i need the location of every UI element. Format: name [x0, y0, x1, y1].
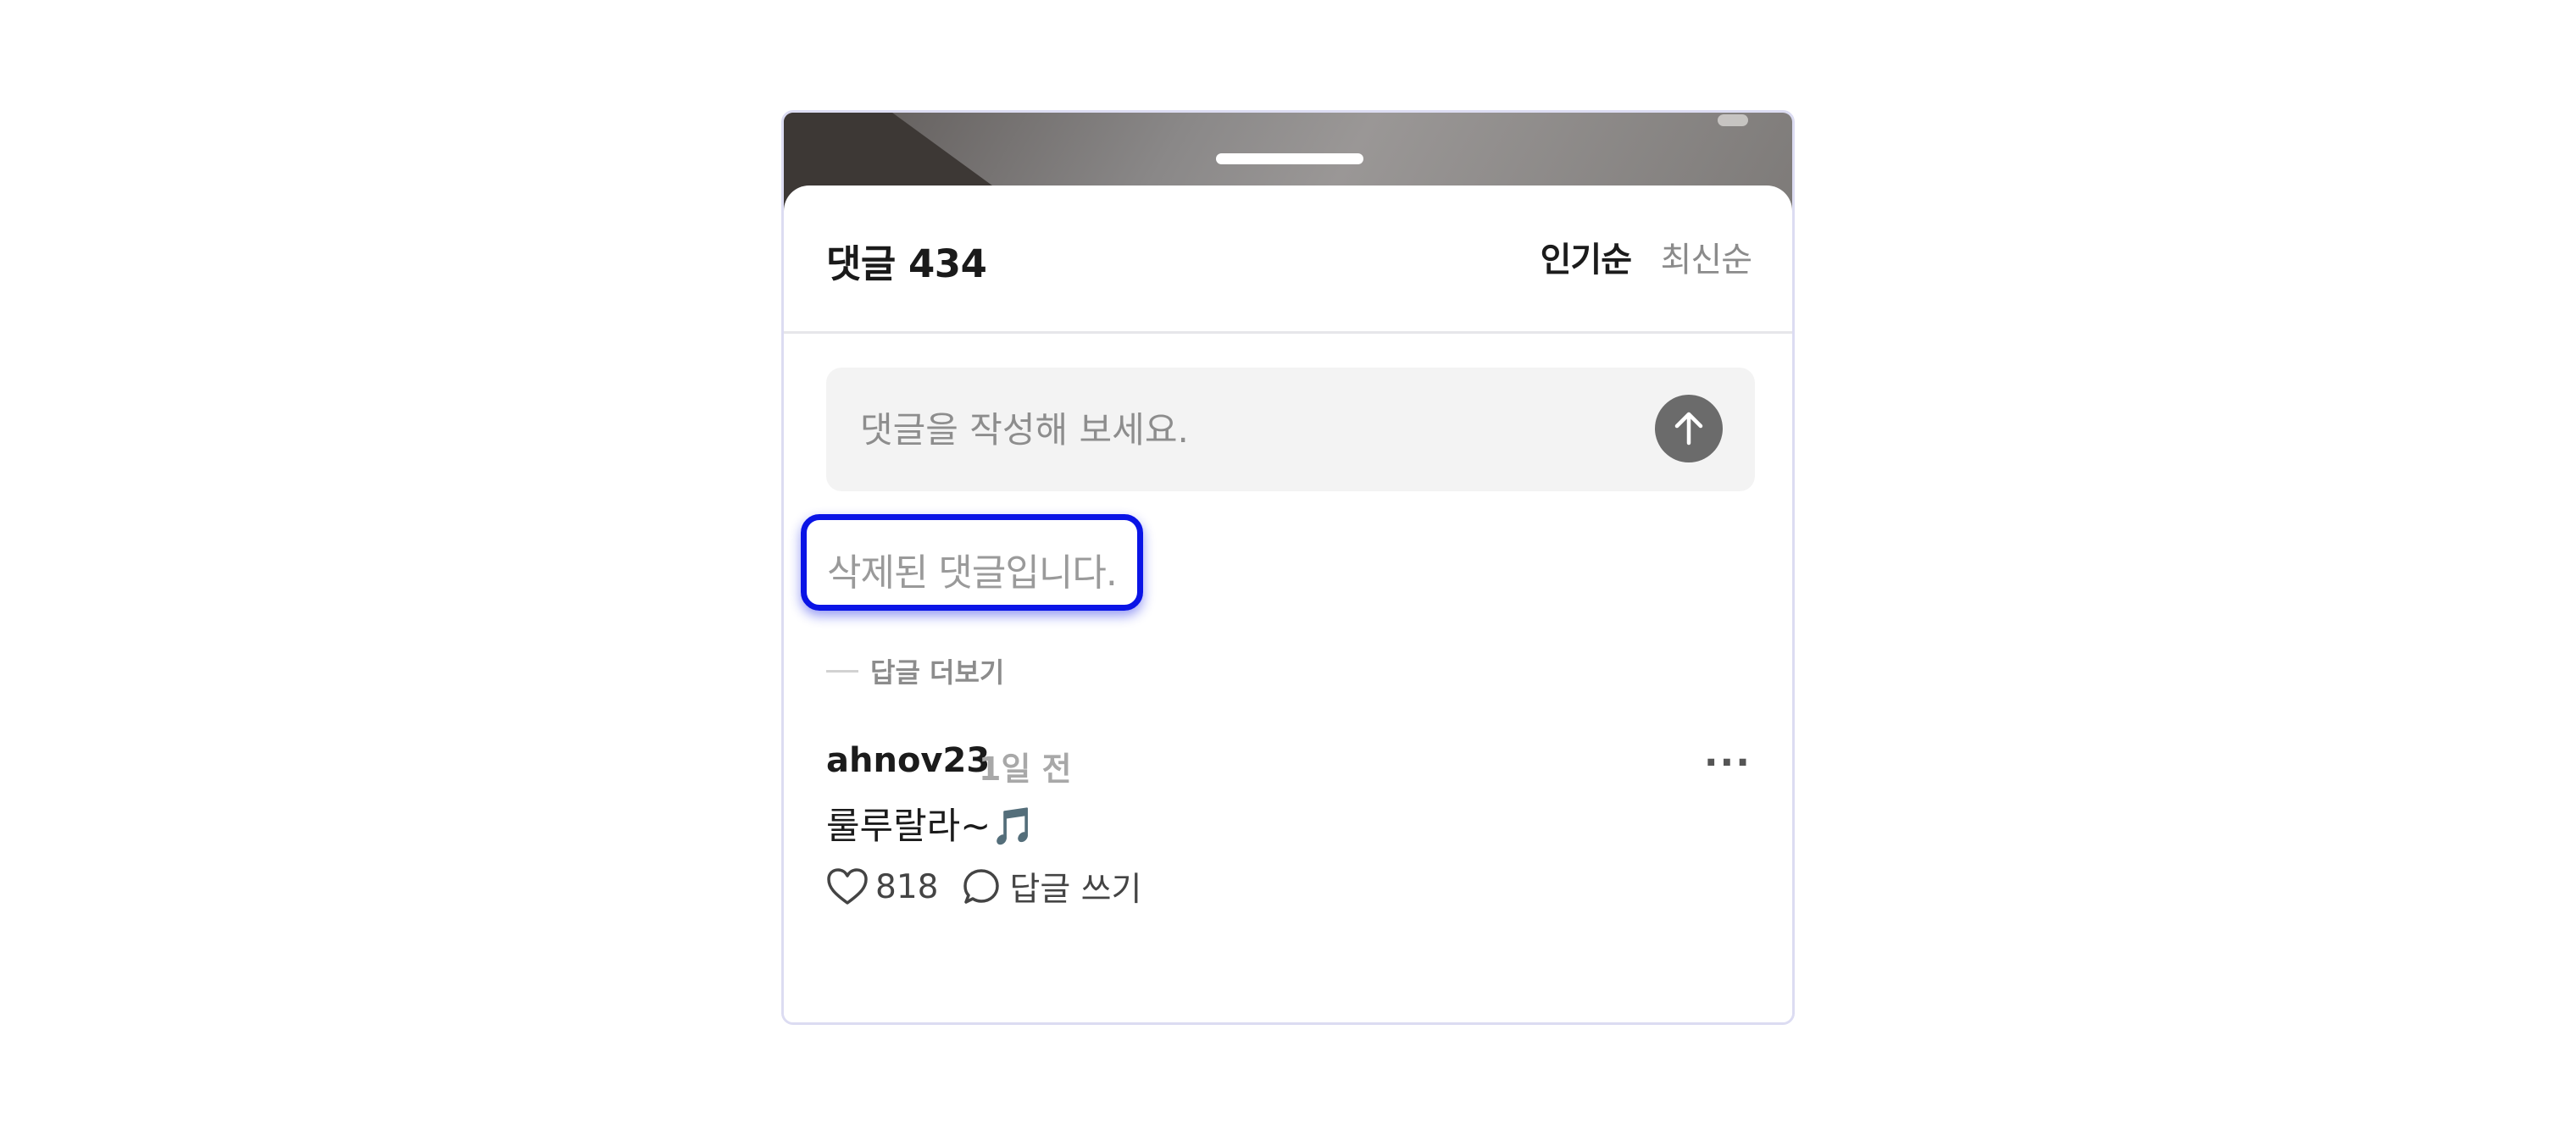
arrow-up-icon	[1674, 412, 1703, 446]
sort-latest-tab[interactable]: 최신순	[1661, 232, 1752, 281]
drag-handle[interactable]	[1216, 153, 1363, 164]
comment-composer	[826, 368, 1755, 491]
comment-item: ahnov23 1일 전 ··· 룰루랄라~🎵 818 답글 쓰기	[826, 736, 1752, 939]
reply-label: 답글 쓰기	[1009, 871, 1142, 909]
comment-more-menu[interactable]: ···	[1704, 741, 1752, 784]
comment-input[interactable]	[858, 403, 1624, 456]
more-replies-label: 답글 더보기	[870, 656, 1005, 689]
comment-actions: 818 답글 쓰기	[826, 863, 1141, 911]
divider-line	[826, 669, 858, 673]
sort-popular-tab[interactable]: 인기순	[1541, 232, 1632, 281]
comments-panel: 댓글 434 인기순 최신순 삭제된 댓글입니다. 답글 더보기 ahnov23…	[781, 110, 1795, 1025]
comment-text: 룰루랄라~🎵	[826, 806, 1036, 848]
deleted-comment: 삭제된 댓글입니다.	[801, 514, 1143, 611]
deleted-comment-text: 삭제된 댓글입니다.	[827, 551, 1118, 595]
sheet-header: 댓글 434 인기순 최신순	[784, 185, 1792, 334]
like-count: 818	[875, 867, 939, 906]
heart-icon	[827, 868, 868, 905]
comment-count-title: 댓글 434	[826, 241, 987, 286]
send-button[interactable]	[1655, 395, 1723, 462]
speech-bubble-icon	[963, 869, 1000, 904]
like-button[interactable]	[826, 867, 869, 906]
comment-author[interactable]: ahnov23	[826, 741, 990, 780]
more-replies-button[interactable]: 답글 더보기	[826, 651, 1004, 690]
reply-button[interactable]: 답글 쓰기	[962, 863, 1141, 911]
comment-time: 1일 전	[979, 750, 1072, 788]
comment-sheet: 댓글 434 인기순 최신순 삭제된 댓글입니다. 답글 더보기 ahnov23…	[784, 185, 1792, 1022]
